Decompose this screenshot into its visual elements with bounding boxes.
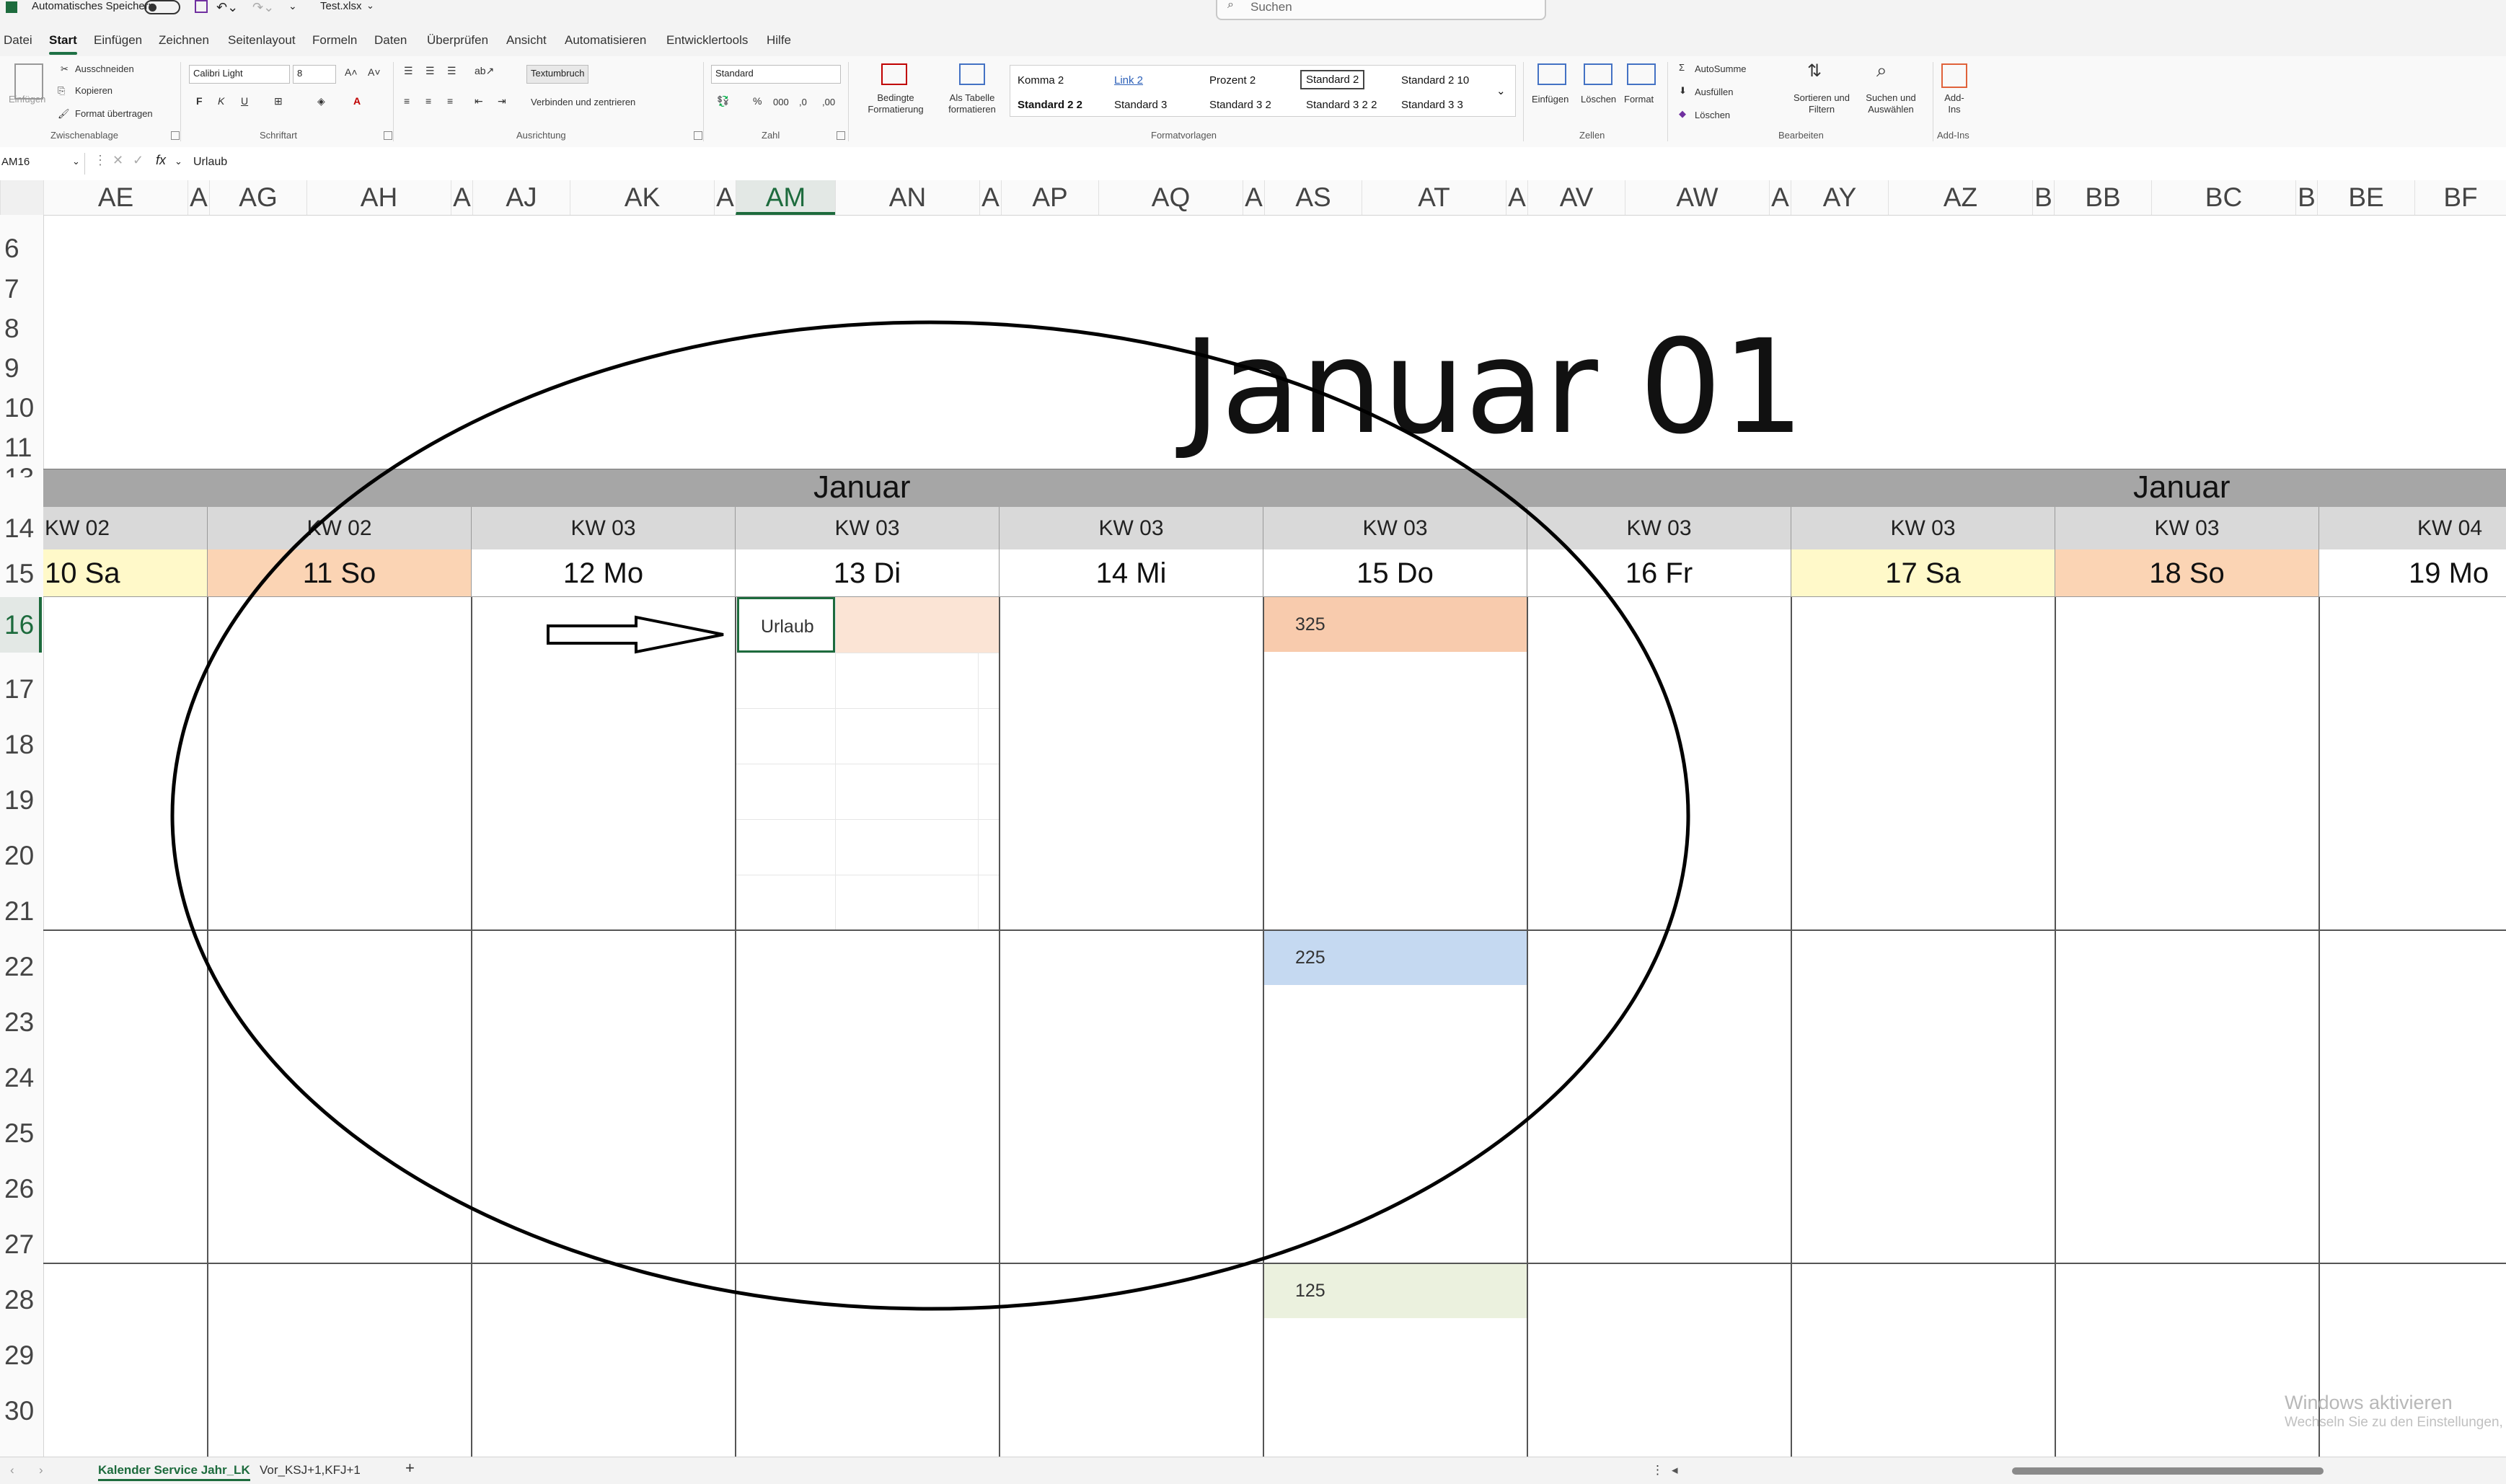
horizontal-scrollbar-thumb[interactable] [2012, 1467, 2324, 1475]
scroll-right-icon[interactable]: › [39, 1463, 43, 1478]
sheet-tab[interactable]: Vor_KSJ+1,KFJ+1 [260, 1463, 361, 1478]
more-sheets-icon[interactable]: ⋮ [1651, 1463, 1664, 1478]
sheet-tab-active[interactable]: Kalender Service Jahr_LK [98, 1463, 250, 1481]
scroll-left-icon[interactable]: ‹ [10, 1463, 14, 1478]
arrow-shape[interactable] [547, 615, 724, 654]
hscroll-left-icon[interactable]: ◂ [1672, 1463, 1678, 1478]
windows-activation-title: Windows aktivieren [2285, 1392, 2453, 1413]
ellipse-shape[interactable] [170, 320, 1690, 1311]
add-sheet-button[interactable]: + [405, 1459, 415, 1478]
annotation-shapes [170, 320, 1690, 1311]
windows-activation-subtitle: Wechseln Sie zu den Einstellungen, um [2285, 1415, 2506, 1430]
sheet-tab-bar: ‹ › Kalender Service Jahr_LK Vor_KSJ+1,K… [0, 1457, 2506, 1484]
